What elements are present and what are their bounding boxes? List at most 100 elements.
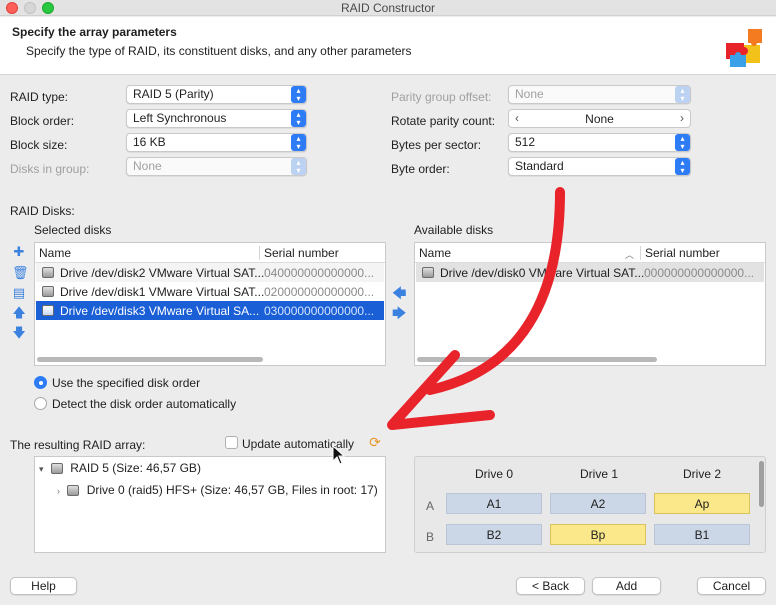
byte-order-value: Standard	[515, 159, 564, 173]
hard-drive-icon	[42, 305, 54, 316]
available-disks-list[interactable]: Name ︿ Serial number Drive /dev/disk0 VM…	[414, 242, 766, 366]
back-button[interactable]: < Back	[516, 577, 585, 595]
hard-drive-icon	[42, 286, 54, 297]
available-disks-label: Available disks	[414, 223, 494, 237]
arrow-left-icon[interactable]: 🡄	[392, 286, 406, 300]
help-button[interactable]: Help	[10, 577, 77, 595]
chevron-updown-icon: ▴ ▾	[291, 86, 306, 103]
hard-drive-icon	[42, 267, 54, 278]
bytes-per-sector-value: 512	[515, 135, 536, 149]
vertical-scrollbar[interactable]	[759, 461, 764, 507]
refresh-icon[interactable]: ⟳	[368, 435, 382, 449]
sort-ascending-icon: ︿	[625, 250, 635, 260]
column-name[interactable]: Name	[419, 246, 451, 260]
parity-cell: Ap	[654, 493, 750, 514]
table-row[interactable]: Drive /dev/disk2 VMware Virtual SAT... 0…	[36, 263, 384, 282]
rotate-parity-count-label: Rotate parity count:	[391, 114, 496, 128]
block-order-select[interactable]: Left Synchronous ▴ ▾	[126, 109, 307, 128]
automatic-order-radio[interactable]	[34, 397, 47, 410]
block-cell: A2	[550, 493, 646, 514]
raid-tree[interactable]: ▾ RAID 5 (Size: 46,57 GB) › Drive 0 (rai…	[34, 456, 386, 553]
disks-in-group-value: None	[133, 159, 162, 173]
rotate-parity-count-value: None	[585, 112, 614, 126]
block-size-label: Block size:	[10, 138, 68, 152]
arrow-right-icon[interactable]: 🡆	[392, 306, 406, 320]
column-serial-number[interactable]: Serial number	[645, 246, 720, 260]
table-row[interactable]: Drive /dev/disk1 VMware Virtual SAT... 0…	[36, 282, 384, 301]
column-serial-number[interactable]: Serial number	[264, 246, 339, 260]
tree-child-row[interactable]: › Drive 0 (raid5) HFS+ (Size: 46,57 GB, …	[57, 483, 378, 497]
window-title: RAID Constructor	[340, 1, 436, 15]
raid-disks-label: RAID Disks:	[10, 204, 75, 218]
disks-in-group-select: None ▴ ▾	[126, 157, 307, 176]
block-size-select[interactable]: 16 KB ▴ ▾	[126, 133, 307, 152]
parity-group-offset-value: None	[515, 87, 544, 101]
selected-disks-list[interactable]: Name Serial number Drive /dev/disk2 VMwa…	[34, 242, 386, 366]
column-name[interactable]: Name	[39, 246, 71, 260]
chevron-updown-icon: ▴ ▾	[291, 134, 306, 151]
add-disk-icon[interactable]: ✚	[12, 245, 26, 259]
chevron-updown-icon: ▴ ▾	[675, 158, 690, 175]
cancel-button[interactable]: Cancel	[697, 577, 766, 595]
raid-type-value: RAID 5 (Parity)	[133, 87, 214, 101]
block-cell: A1	[446, 493, 542, 514]
horizontal-scrollbar[interactable]	[417, 357, 657, 362]
disks-in-group-label: Disks in group:	[10, 162, 90, 176]
parity-group-offset-label: Parity group offset:	[391, 90, 492, 104]
row-label: B	[426, 530, 435, 544]
parity-group-offset-select: None ▴ ▾	[508, 85, 691, 104]
parity-cell: Bp	[550, 524, 646, 545]
bytes-per-sector-label: Bytes per sector:	[391, 138, 482, 152]
wizard-header: Specify the array parameters Specify the…	[0, 17, 776, 75]
hard-drive-icon	[67, 485, 80, 496]
header-subtitle: Specify the type of RAID, its constituen…	[26, 44, 412, 58]
table-row-selected[interactable]: Drive /dev/disk3 VMware Virtual SA... 03…	[36, 301, 384, 320]
hard-drive-icon	[422, 267, 434, 278]
drive-header: Drive 1	[580, 467, 619, 481]
disk-properties-icon[interactable]: ▤	[12, 286, 26, 300]
header-title: Specify the array parameters	[12, 25, 177, 39]
raid-type-select[interactable]: RAID 5 (Parity) ▴ ▾	[126, 85, 307, 104]
chevron-left-icon[interactable]: ‹	[515, 111, 519, 125]
specified-order-label[interactable]: Use the specified disk order	[52, 376, 200, 390]
table-row[interactable]: Drive /dev/disk0 VMware Virtual SAT... 0…	[416, 263, 764, 282]
selected-disks-header: Name Serial number	[35, 243, 385, 263]
chevron-right-icon[interactable]: ›	[57, 486, 60, 496]
chevron-right-icon[interactable]: ›	[680, 111, 684, 125]
raid-layout-grid: Drive 0 Drive 1 Drive 2 A A1 A2 Ap B B2 …	[414, 456, 766, 553]
available-disks-header: Name ︿ Serial number	[415, 243, 765, 263]
chevron-updown-icon: ▴ ▾	[675, 134, 690, 151]
update-automatically-checkbox[interactable]	[225, 436, 238, 449]
chevron-updown-icon: ▴ ▾	[675, 86, 690, 103]
rotate-parity-count-stepper[interactable]: ‹ None ›	[508, 109, 691, 128]
block-cell: B1	[654, 524, 750, 545]
move-down-icon[interactable]: 🡇	[12, 326, 26, 340]
chevron-updown-icon: ▴ ▾	[291, 158, 306, 175]
block-size-value: 16 KB	[133, 135, 166, 149]
hard-drive-icon	[50, 463, 63, 474]
chevron-down-icon[interactable]: ▾	[39, 464, 44, 474]
byte-order-select[interactable]: Standard ▴ ▾	[508, 157, 691, 176]
block-cell: B2	[446, 524, 542, 545]
chevron-updown-icon: ▴ ▾	[291, 110, 306, 127]
specified-order-radio[interactable]	[34, 376, 47, 389]
raid-type-label: RAID type:	[10, 90, 69, 104]
puzzle-icon	[726, 29, 762, 67]
title-bar: RAID Constructor	[0, 0, 776, 16]
update-automatically-label[interactable]: Update automatically	[242, 437, 354, 451]
tree-root-row[interactable]: ▾ RAID 5 (Size: 46,57 GB)	[39, 461, 201, 475]
drive-header: Drive 0	[475, 467, 514, 481]
add-button[interactable]: Add	[592, 577, 661, 595]
move-up-icon[interactable]: 🡅	[12, 306, 26, 320]
automatic-order-label[interactable]: Detect the disk order automatically	[52, 397, 236, 411]
bytes-per-sector-select[interactable]: 512 ▴ ▾	[508, 133, 691, 152]
row-label: A	[426, 499, 435, 513]
byte-order-label: Byte order:	[391, 162, 450, 176]
block-order-value: Left Synchronous	[133, 111, 227, 125]
selected-disks-label: Selected disks	[34, 223, 112, 237]
resulting-array-label: The resulting RAID array:	[10, 438, 146, 452]
block-order-label: Block order:	[10, 114, 75, 128]
drive-header: Drive 2	[683, 467, 722, 481]
trash-icon[interactable]: 🗑	[12, 266, 29, 280]
horizontal-scrollbar[interactable]	[37, 357, 263, 362]
